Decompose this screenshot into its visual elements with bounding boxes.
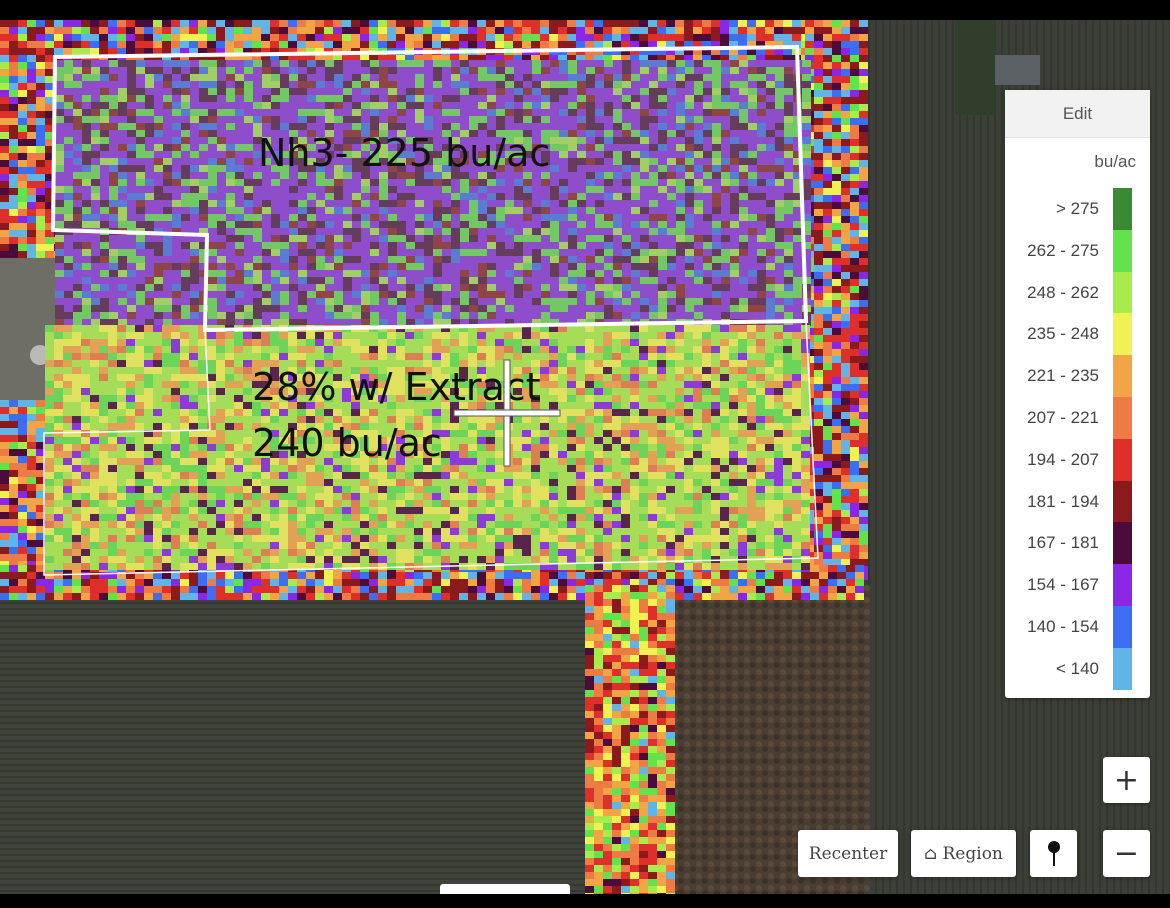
legend-item: 167 - 181 <box>1005 522 1150 565</box>
legend-item: 248 - 262 <box>1005 271 1150 314</box>
legend-swatch <box>1113 355 1132 398</box>
legend-item: 194 - 207 <box>1005 438 1150 481</box>
region-button[interactable]: ⌂ Region <box>911 830 1016 877</box>
legend-item-label: 181 - 194 <box>1027 491 1099 511</box>
pin-button[interactable] <box>1030 830 1077 877</box>
legend-swatch <box>1113 396 1132 439</box>
legend-item: > 275 <box>1005 188 1150 230</box>
crosshair-cursor <box>453 359 561 467</box>
zoom-in-button[interactable]: + <box>1103 757 1150 803</box>
legend-item-label: 167 - 181 <box>1027 533 1099 553</box>
field-boundaries <box>43 44 819 576</box>
zoom-out-button[interactable]: − <box>1103 830 1150 877</box>
north-field-boundary[interactable] <box>50 44 809 333</box>
north-field-label: Nh3- 225 bu/ac <box>258 131 551 175</box>
legend-item: 207 - 221 <box>1005 396 1150 439</box>
legend-swatch <box>1113 229 1132 272</box>
legend-swatch <box>1113 313 1132 356</box>
legend-item-label: 235 - 248 <box>1027 324 1099 344</box>
legend-swatch <box>1113 480 1132 523</box>
legend-items: > 275 262 - 275 248 - 262 235 - 248 221 - 23… <box>1005 188 1150 690</box>
south-field-label-line2: 240 bu/ac <box>252 421 442 465</box>
legend-item-label: 262 - 275 <box>1027 240 1099 260</box>
legend-swatch <box>1113 438 1132 481</box>
legend-item-label: > 275 <box>1055 199 1099 218</box>
legend-item: < 140 <box>1005 647 1150 690</box>
legend-swatch <box>1113 271 1132 314</box>
yield-map[interactable]: Nh3- 225 bu/ac 28% w/ Extract 240 bu/ac <box>0 20 1170 894</box>
legend-swatch <box>1113 522 1132 565</box>
legend-swatch <box>1113 605 1132 648</box>
legend-item: 181 - 194 <box>1005 480 1150 523</box>
legend-item-label: 154 - 167 <box>1027 575 1099 595</box>
legend-item: 154 - 167 <box>1005 564 1150 607</box>
legend-item: 221 - 235 <box>1005 355 1150 398</box>
map-pin-icon <box>1047 840 1060 866</box>
legend-item-label: < 140 <box>1055 658 1099 678</box>
legend-item: 262 - 275 <box>1005 229 1150 272</box>
legend-swatch <box>1113 564 1132 607</box>
legend-item-label: 248 - 262 <box>1027 282 1099 302</box>
legend-item-label: 194 - 207 <box>1027 449 1099 469</box>
legend-item: 235 - 248 <box>1005 313 1150 356</box>
legend-swatch <box>1113 647 1132 690</box>
legend-unit: bu/ac <box>1094 152 1136 171</box>
legend-item: 140 - 154 <box>1005 605 1150 648</box>
legend-edit-button[interactable]: Edit <box>1005 90 1150 138</box>
bottom-panel-handle[interactable] <box>440 884 570 894</box>
recenter-button[interactable]: Recenter <box>798 830 898 877</box>
legend-item-label: 140 - 154 <box>1027 616 1099 636</box>
yield-legend: Edit bu/ac > 275 262 - 275 248 - 262 235 - … <box>1005 90 1150 698</box>
legend-item-label: 207 - 221 <box>1027 407 1099 427</box>
legend-swatch <box>1113 188 1132 230</box>
legend-item-label: 221 - 235 <box>1027 366 1099 386</box>
